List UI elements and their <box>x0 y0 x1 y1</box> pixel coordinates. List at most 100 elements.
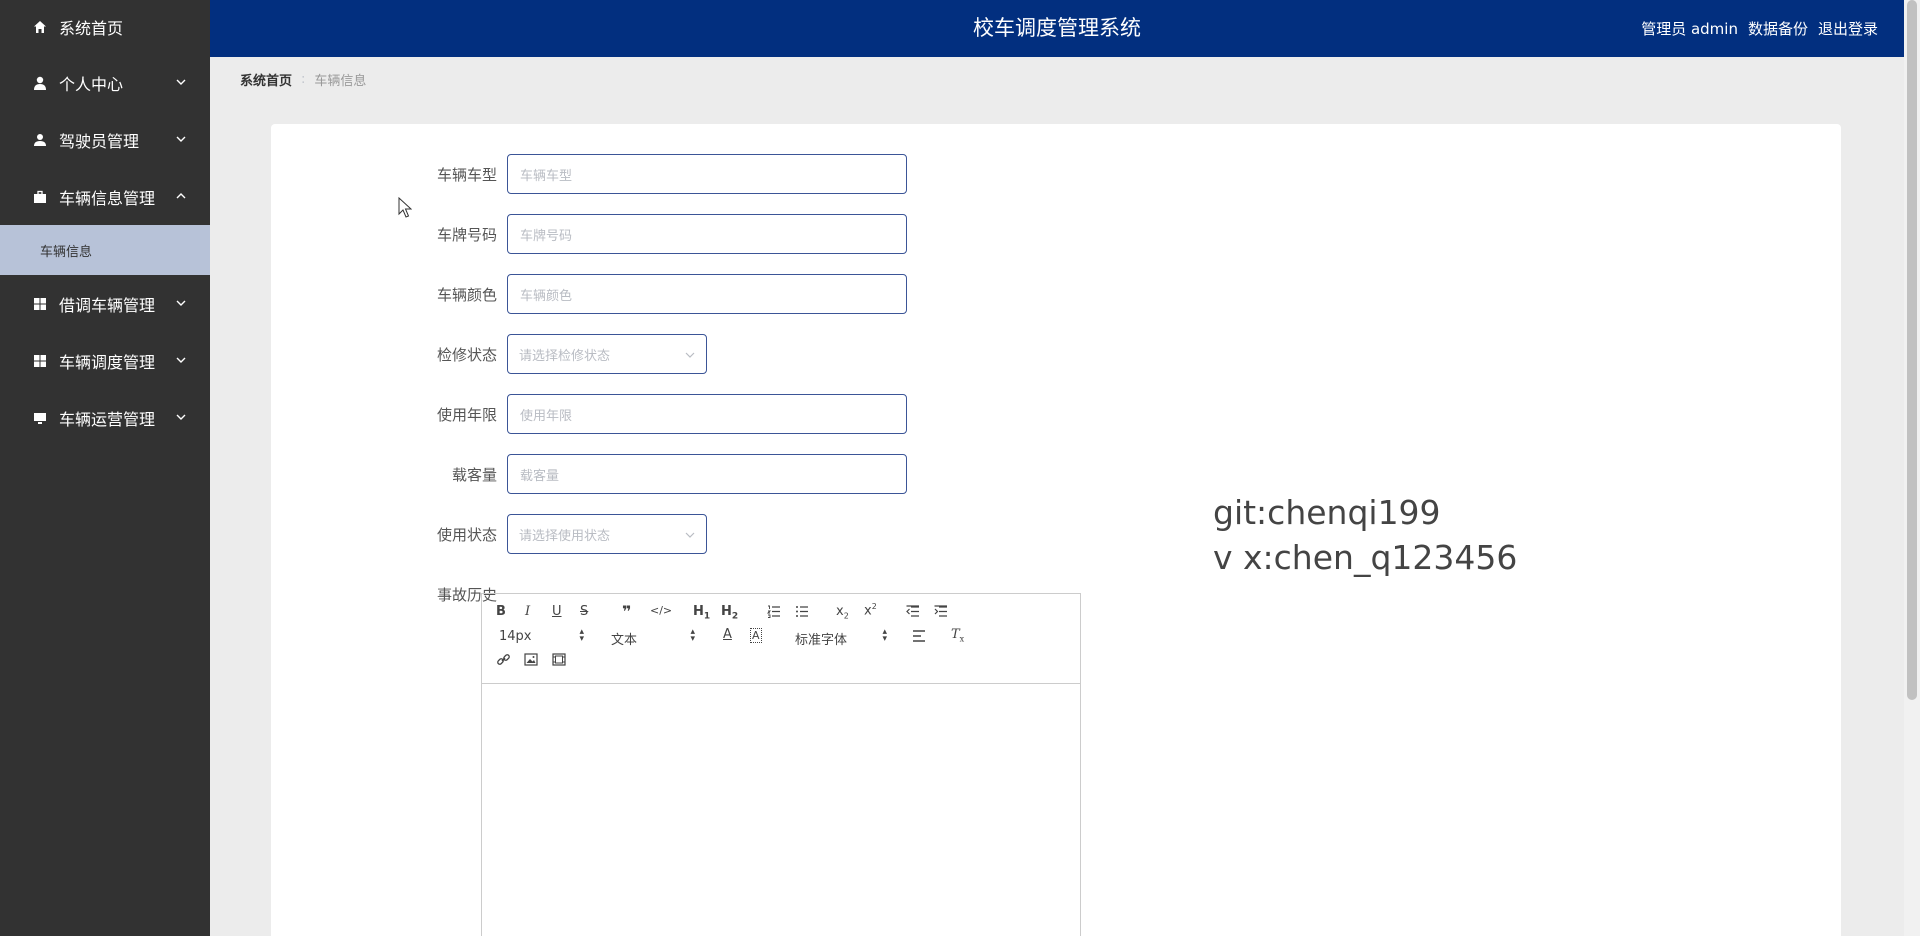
vehicle-model-input[interactable]: 车辆车型 <box>507 154 907 194</box>
sidebar-subitem-vehicle-info[interactable]: 车辆信息 <box>0 225 210 275</box>
chevron-down-icon <box>685 352 695 358</box>
font-family-select[interactable]: 标准字体 ▴ ▾ <box>795 627 887 649</box>
clear-format-icon[interactable]: Tx <box>951 627 964 644</box>
up-down-icon: ▴ ▾ <box>690 627 695 644</box>
breadcrumb-separator: : <box>301 72 306 87</box>
field-label: 检修状态 <box>436 345 497 364</box>
font-size-value: 14px <box>499 629 532 644</box>
vehicle-color-input[interactable]: 车辆颜色 <box>507 274 907 314</box>
sidebar-item-label: 车辆运营管理 <box>59 409 156 429</box>
plate-number-input[interactable]: 车牌号码 <box>507 214 907 254</box>
sidebar: 系统首页 个人中心 驾驶员管理 车辆信息管理 车辆信息 借调车辆管理 车辆调度管… <box>0 0 210 936</box>
watermark-line-2: v x:chen_q123456 <box>1213 538 1518 577</box>
data-backup-link[interactable]: 数据备份 <box>1748 18 1808 39</box>
sidebar-item-personal-center[interactable]: 个人中心 <box>0 54 210 111</box>
form-row-usage-status: 使用状态 请选择使用状态 <box>389 514 707 554</box>
subscript-icon[interactable]: x2 <box>836 604 849 621</box>
breadcrumb: 系统首页 : 车辆信息 <box>240 70 366 89</box>
field-label: 车辆车型 <box>436 165 497 184</box>
select-placeholder: 请选择检修状态 <box>519 348 611 364</box>
strikethrough-icon[interactable]: S <box>580 604 588 619</box>
select-placeholder: 请选择使用状态 <box>519 528 611 544</box>
grid-icon <box>32 353 47 368</box>
user-icon <box>32 75 47 90</box>
sidebar-subitem-label: 车辆信息 <box>40 244 93 260</box>
sidebar-item-borrowed-vehicle-management[interactable]: 借调车辆管理 <box>0 275 210 332</box>
sidebar-item-vehicle-dispatch-management[interactable]: 车辆调度管理 <box>0 332 210 389</box>
sidebar-item-label: 车辆调度管理 <box>59 352 156 372</box>
chevron-up-icon <box>176 192 186 198</box>
field-label: 载客量 <box>451 465 497 484</box>
usage-status-select[interactable]: 请选择使用状态 <box>507 514 707 554</box>
link-icon[interactable] <box>496 652 511 671</box>
home-icon <box>32 20 47 35</box>
sidebar-item-label: 车辆信息管理 <box>59 188 156 208</box>
bullet-list-icon[interactable] <box>795 605 809 622</box>
form-row-maintenance-status: 检修状态 请选择检修状态 <box>389 334 707 374</box>
image-icon[interactable] <box>524 653 538 670</box>
sidebar-item-label: 个人中心 <box>59 74 124 94</box>
passenger-capacity-input[interactable]: 载客量 <box>507 454 907 494</box>
editor-content-area[interactable] <box>482 684 1080 936</box>
form-row-vehicle-color: 车辆颜色 车辆颜色 <box>389 274 907 314</box>
maintenance-status-select[interactable]: 请选择检修状态 <box>507 334 707 374</box>
scrollbar-thumb[interactable] <box>1907 0 1917 700</box>
sidebar-item-label: 驾驶员管理 <box>59 131 140 151</box>
chevron-down-icon <box>176 300 186 306</box>
field-label: 使用状态 <box>436 525 497 544</box>
indent-icon[interactable] <box>934 605 948 622</box>
monitor-icon <box>32 410 47 425</box>
top-header: 校车调度管理系统 管理员 admin 数据备份 退出登录 <box>210 0 1904 57</box>
breadcrumb-current: 车辆信息 <box>314 74 367 89</box>
text-color-icon[interactable]: A <box>723 627 732 642</box>
video-icon[interactable] <box>552 653 566 670</box>
field-label: 车辆颜色 <box>436 285 497 304</box>
align-left-icon[interactable] <box>912 630 926 646</box>
underline-icon[interactable]: U <box>552 604 562 619</box>
briefcase-icon <box>32 189 47 204</box>
heading-1-icon[interactable]: H1 <box>693 604 710 622</box>
block-type-select[interactable]: 文本 ▴ ▾ <box>611 627 695 649</box>
field-label: 使用年限 <box>436 405 497 424</box>
font-size-select[interactable]: 14px ▴ ▾ <box>499 627 584 645</box>
accident-history-editor: B I U S ❞ </> H1 H2 x2 x2 14px ▴ ▾ 文本 ▴ … <box>481 593 1081 936</box>
sidebar-item-label: 借调车辆管理 <box>59 295 156 315</box>
driver-icon <box>32 132 47 147</box>
blockquote-icon[interactable]: ❞ <box>622 602 631 621</box>
chevron-down-icon <box>176 79 186 85</box>
header-actions: 管理员 admin 数据备份 退出登录 <box>1631 0 1878 57</box>
font-family-value: 标准字体 <box>795 633 848 648</box>
form-row-vehicle-model: 车辆车型 车辆车型 <box>389 154 907 194</box>
form-card: 车辆车型 车辆车型 车牌号码 车牌号码 车辆颜色 车辆颜色 检修状态 请选择检修… <box>271 124 1841 936</box>
block-type-value: 文本 <box>611 633 638 648</box>
vertical-scrollbar[interactable] <box>1904 0 1920 936</box>
breadcrumb-home[interactable]: 系统首页 <box>240 70 292 89</box>
bold-icon[interactable]: B <box>496 604 506 619</box>
watermark-line-1: git:chenqi199 <box>1213 493 1441 532</box>
up-down-icon: ▴ ▾ <box>882 627 887 644</box>
heading-2-icon[interactable]: H2 <box>721 604 738 622</box>
chevron-down-icon <box>685 532 695 538</box>
superscript-icon[interactable]: x2 <box>864 602 877 618</box>
outdent-icon[interactable] <box>906 605 920 622</box>
form-row-service-life: 使用年限 使用年限 <box>389 394 907 434</box>
mouse-cursor-icon <box>398 197 412 218</box>
up-down-icon: ▴ ▾ <box>579 627 584 644</box>
chevron-down-icon <box>176 136 186 142</box>
service-life-input[interactable]: 使用年限 <box>507 394 907 434</box>
sidebar-item-home[interactable]: 系统首页 <box>0 0 210 54</box>
sidebar-item-vehicle-operation-management[interactable]: 车辆运营管理 <box>0 389 210 446</box>
editor-toolbar: B I U S ❞ </> H1 H2 x2 x2 14px ▴ ▾ 文本 ▴ … <box>482 594 1080 684</box>
italic-icon[interactable]: I <box>525 604 530 619</box>
sidebar-item-driver-management[interactable]: 驾驶员管理 <box>0 111 210 168</box>
grid-icon <box>32 296 47 311</box>
logout-link[interactable]: 退出登录 <box>1818 18 1878 39</box>
code-block-icon[interactable]: </> <box>650 604 672 617</box>
form-row-plate-number: 车牌号码 车牌号码 <box>389 214 907 254</box>
admin-user-label: 管理员 admin <box>1641 20 1738 38</box>
ordered-list-icon[interactable] <box>766 605 781 622</box>
form-row-passenger-capacity: 载客量 载客量 <box>389 454 907 494</box>
sidebar-item-vehicle-info-management[interactable]: 车辆信息管理 <box>0 168 210 225</box>
chevron-down-icon <box>176 414 186 420</box>
background-color-icon[interactable]: A <box>750 628 762 643</box>
